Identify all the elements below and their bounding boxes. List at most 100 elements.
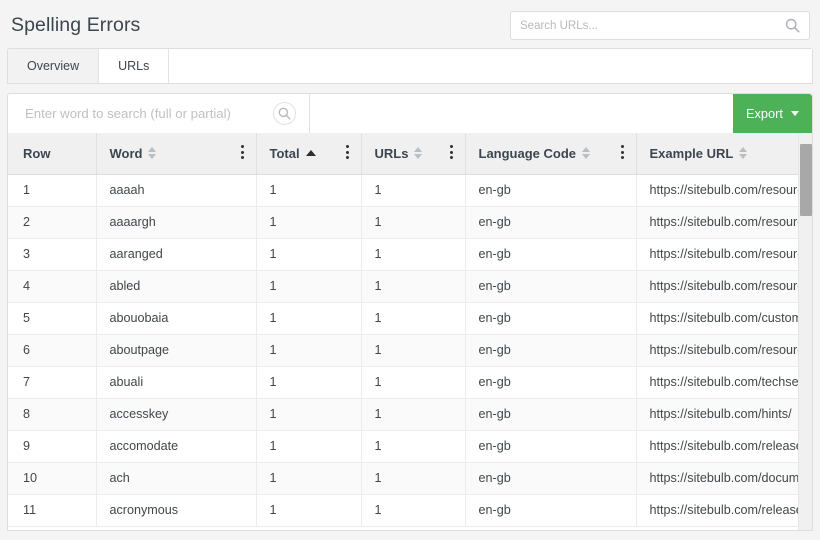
column-header-urls-label: URLs [374,145,409,161]
cell-word: aboutpage [96,334,257,367]
sort-toggle-language-code-icon[interactable] [582,147,591,160]
url-search-box[interactable] [510,11,810,40]
column-header-urls[interactable]: URLs [361,133,466,175]
cell-total: 1 [256,494,362,527]
sort-ascending-total-icon[interactable] [305,150,316,157]
table-body: 1 aaaah 1 1 en-gb https://sitebulb.com/resour… [8,174,812,527]
table-row[interactable]: 2 aaaargh 1 1 en-gb https://sitebulb.com/reso… [8,206,812,239]
cell-example-url: https://sitebulb.com/resources/ [636,174,812,207]
cell-example-url: https://sitebulb.com/customers/ [636,302,812,335]
cell-row: 2 [8,206,97,239]
cell-example-url: https://sitebulb.com/resources/ [636,334,812,367]
cell-urls: 1 [361,206,466,239]
export-button[interactable]: Export [733,94,812,133]
column-header-word-label: Word [109,145,143,161]
cell-urls: 1 [361,430,466,463]
export-button-label: Export [746,106,783,121]
cell-row: 9 [8,430,97,463]
cell-total: 1 [256,206,362,239]
cell-language-code: en-gb [465,238,637,271]
cell-urls: 1 [361,398,466,431]
kebab-menu-icon-urls[interactable] [449,145,454,159]
kebab-menu-icon-total[interactable] [345,145,350,159]
cell-word: abouobaia [96,302,257,335]
tab-overview[interactable]: Overview [8,49,100,83]
table-row[interactable]: 6 aboutpage 1 1 en-gb https://sitebulb.com/re… [8,334,812,367]
sort-toggle-example-url-icon[interactable] [739,147,748,160]
cell-example-url: https://sitebulb.com/releases/ [636,430,812,463]
cell-urls: 1 [361,302,466,335]
cell-total: 1 [256,366,362,399]
cell-language-code: en-gb [465,174,637,207]
table-row[interactable]: 4 abled 1 1 en-gb https://sitebulb.com/resour… [8,270,812,303]
table-row[interactable]: 11 acronymous 1 1 en-gb https://sitebulb.com/… [8,494,812,527]
table-toolbar: Export [7,93,813,133]
column-header-language-code-label: Language Code [478,145,577,161]
table-row[interactable]: 1 aaaah 1 1 en-gb https://sitebulb.com/resour… [8,174,812,207]
kebab-menu-icon-language-code[interactable] [620,145,625,159]
column-header-example-url[interactable]: Example URL [636,133,812,175]
cell-word: abled [96,270,257,303]
results-table: Row Word Total URLs Language Code Exampl… [8,133,812,527]
kebab-menu-icon-word[interactable] [240,145,245,159]
tab-urls[interactable]: URLs [99,49,170,83]
page-header: Spelling Errors [0,0,820,48]
cell-total: 1 [256,302,362,335]
cell-urls: 1 [361,366,466,399]
cell-row: 5 [8,302,97,335]
word-search-input[interactable] [25,94,275,132]
url-search-input[interactable] [520,12,775,39]
table-row[interactable]: 10ach11en-gbhttps://sitebulb.com/documen… [8,462,812,495]
word-search-box[interactable] [8,94,310,133]
column-header-row[interactable]: Row [8,133,97,175]
cell-total: 1 [256,238,362,271]
cell-total: 1 [256,174,362,207]
cell-example-url: https://sitebulb.com/resources/ [636,238,812,271]
cell-row: 8 [8,398,97,431]
search-icon [278,107,291,120]
tab-bar: Overview URLs [7,48,813,84]
cell-row: 4 [8,270,97,303]
table-row[interactable]: 3 aaranged 1 1 en-gb https://sitebulb.com/res… [8,238,812,271]
cell-word: aaaargh [96,206,257,239]
tab-bar-filler [169,49,812,83]
cell-row: 11 [8,494,97,527]
cell-word: acronymous [96,494,257,527]
cell-language-code: en-gb [465,430,637,463]
cell-row: 6 [8,334,97,367]
cell-language-code: en-gb [465,334,637,367]
scrollbar-thumb[interactable] [800,144,812,216]
cell-total: 1 [256,430,362,463]
column-header-word[interactable]: Word [96,133,257,175]
cell-row: 3 [8,238,97,271]
cell-word: accomodate [96,430,257,463]
cell-language-code: en-gb [465,366,637,399]
cell-word: abuali [96,366,257,399]
cell-word: ach [96,462,257,495]
column-header-total-label: Total [269,145,300,161]
cell-word: accesskey [96,398,257,431]
table-row[interactable]: 8 accesskey 1 1 en-gb https://sitebulb.com/hi… [8,398,812,431]
cell-language-code: en-gb [465,398,637,431]
word-search-button[interactable] [273,102,296,125]
table-row[interactable]: 9 accomodate 1 1 en-gb https://sitebulb.com/r… [8,430,812,463]
cell-word: aaranged [96,238,257,271]
column-header-total[interactable]: Total [256,133,362,175]
cell-urls: 1 [361,238,466,271]
cell-language-code: en-gb [465,494,637,527]
cell-urls: 1 [361,270,466,303]
cell-total: 1 [256,462,362,495]
table-row[interactable]: 7 abuali 1 1 en-gb https://sitebulb.com/techs… [8,366,812,399]
tab-overview-label: Overview [27,59,80,73]
cell-language-code: en-gb [465,270,637,303]
page-title: Spelling Errors [11,14,141,36]
cell-urls: 1 [361,174,466,207]
sort-toggle-word-icon[interactable] [148,147,157,160]
cell-example-url: https://sitebulb.com/documentation/ [636,462,812,495]
table-row[interactable]: 5 abouobaia 1 1 en-gb https://sitebulb.com/cu… [8,302,812,335]
cell-urls: 1 [361,334,466,367]
sort-toggle-urls-icon[interactable] [414,147,423,160]
table-vertical-scrollbar[interactable] [798,133,812,530]
cell-total: 1 [256,270,362,303]
column-header-language-code[interactable]: Language Code [465,133,637,175]
